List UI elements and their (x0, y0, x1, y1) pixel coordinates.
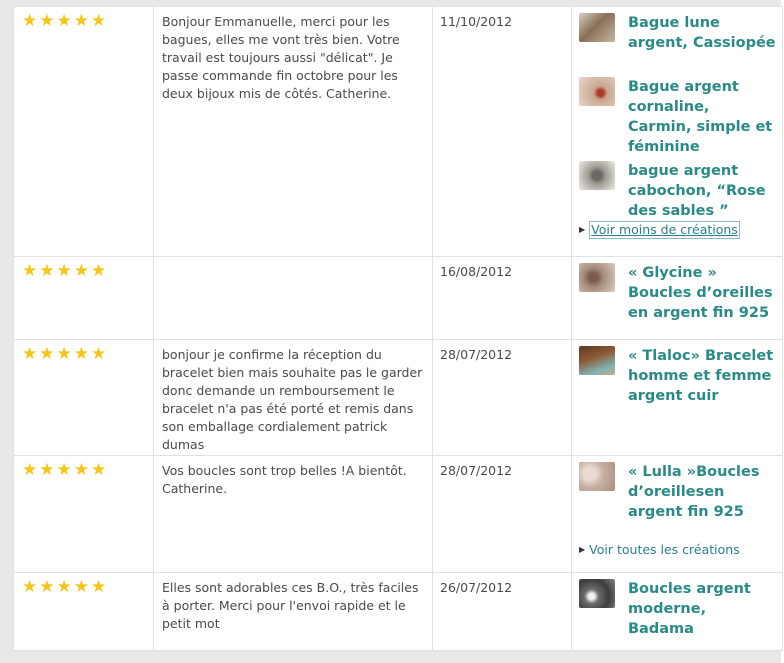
see-less-link[interactable]: ▶ Voir moins de créations (579, 221, 782, 239)
star-icon: ★ (56, 460, 72, 480)
star-icon: ★ (56, 344, 72, 364)
star-icon: ★ (91, 11, 107, 31)
table-row: ★ ★ ★ ★ ★ Elles sont adorables ces B.O., trè… (13, 572, 783, 651)
see-all-link[interactable]: ▶ Voir toutes les créations (579, 542, 782, 558)
product-item[interactable]: Boucles argent moderne, Badama (572, 573, 782, 639)
product-link[interactable]: « Lulla »Boucles d’oreillesen argent fin… (628, 462, 776, 542)
review-date-cell: 26/07/2012 (432, 572, 572, 651)
review-date: 26/07/2012 (440, 580, 513, 595)
product-item[interactable]: « Glycine » Boucles d’oreilles en argent… (572, 257, 782, 323)
triangle-right-icon: ▶ (579, 545, 586, 554)
products-cell: « Tlaloc» Bracelet homme et femme argent… (571, 339, 783, 456)
star-icon: ★ (39, 577, 55, 597)
see-less-label[interactable]: Voir moins de créations (589, 221, 740, 239)
table-row: ★ ★ ★ ★ ★ 16/08/2012 « Glycine » Boucles d’o… (13, 256, 783, 340)
star-icon: ★ (22, 460, 38, 480)
star-icon: ★ (91, 460, 107, 480)
star-icon: ★ (39, 460, 55, 480)
star-icon: ★ (91, 261, 107, 281)
products-cell: Boucles argent moderne, Badama (571, 572, 783, 651)
review-date-cell: 11/10/2012 (432, 6, 572, 257)
table-row: ★ ★ ★ ★ ★ Vos boucles sont trop belles !A bi… (13, 455, 783, 573)
star-rating: ★ ★ ★ ★ ★ (14, 340, 153, 364)
review-text-cell: Vos boucles sont trop belles !A bientôt.… (153, 455, 433, 573)
table-row: ★ ★ ★ ★ ★ bonjour je confirme la réception d… (13, 339, 783, 456)
review-text-cell: Bonjour Emmanuelle, merci pour les bague… (153, 6, 433, 257)
star-icon: ★ (73, 577, 89, 597)
product-item[interactable]: « Lulla »Boucles d’oreillesen argent fin… (572, 456, 782, 542)
star-rating: ★ ★ ★ ★ ★ (14, 573, 153, 597)
rating-cell: ★ ★ ★ ★ ★ (13, 339, 154, 456)
product-thumbnail[interactable] (579, 161, 615, 190)
star-icon: ★ (73, 261, 89, 281)
triangle-right-icon: ▶ (579, 225, 586, 234)
product-thumbnail[interactable] (579, 462, 615, 491)
product-thumbnail[interactable] (579, 263, 615, 292)
star-icon: ★ (22, 11, 38, 31)
product-item[interactable]: « Tlaloc» Bracelet homme et femme argent… (572, 340, 782, 406)
review-date: 28/07/2012 (440, 347, 513, 362)
review-text: Vos boucles sont trop belles !A bientôt.… (162, 463, 407, 496)
review-text: bonjour je confirme la réception du brac… (162, 347, 423, 452)
review-text-cell: Elles sont adorables ces B.O., très faci… (153, 572, 433, 651)
review-text: Bonjour Emmanuelle, merci pour les bague… (162, 14, 400, 101)
review-text-cell (153, 256, 433, 340)
rating-cell: ★ ★ ★ ★ ★ (13, 455, 154, 573)
product-item[interactable]: Bague argent cornaline, Carmin, simple e… (572, 71, 782, 155)
review-date-cell: 28/07/2012 (432, 339, 572, 456)
product-thumbnail[interactable] (579, 77, 615, 106)
review-date: 11/10/2012 (440, 14, 513, 29)
star-rating: ★ ★ ★ ★ ★ (14, 7, 153, 31)
star-icon: ★ (56, 11, 72, 31)
rating-cell: ★ ★ ★ ★ ★ (13, 256, 154, 340)
product-link[interactable]: bague argent cabochon, “Rose des sables … (628, 161, 776, 221)
review-date-cell: 28/07/2012 (432, 455, 572, 573)
review-text-cell: bonjour je confirme la réception du brac… (153, 339, 433, 456)
star-rating: ★ ★ ★ ★ ★ (14, 257, 153, 281)
star-icon: ★ (22, 577, 38, 597)
product-link[interactable]: Boucles argent moderne, Badama (628, 579, 776, 639)
star-icon: ★ (56, 577, 72, 597)
products-cell: « Lulla »Boucles d’oreillesen argent fin… (571, 455, 783, 573)
star-icon: ★ (91, 344, 107, 364)
product-item[interactable]: bague argent cabochon, “Rose des sables … (572, 155, 782, 221)
see-all-label[interactable]: Voir toutes les créations (589, 542, 740, 558)
review-text: Elles sont adorables ces B.O., très faci… (162, 580, 419, 631)
star-rating: ★ ★ ★ ★ ★ (14, 456, 153, 480)
star-icon: ★ (73, 344, 89, 364)
review-date: 28/07/2012 (440, 463, 513, 478)
product-link[interactable]: « Tlaloc» Bracelet homme et femme argent… (628, 346, 776, 406)
product-item[interactable]: Bague lune argent, Cassiopée (572, 7, 782, 71)
star-icon: ★ (22, 344, 38, 364)
products-cell: « Glycine » Boucles d’oreilles en argent… (571, 256, 783, 340)
review-date: 16/08/2012 (440, 264, 513, 279)
star-icon: ★ (22, 261, 38, 281)
star-icon: ★ (39, 261, 55, 281)
reviews-table: ★ ★ ★ ★ ★ Bonjour Emmanuelle, merci pour les… (13, 6, 783, 651)
star-icon: ★ (73, 460, 89, 480)
product-link[interactable]: Bague argent cornaline, Carmin, simple e… (628, 77, 776, 155)
review-text (154, 257, 432, 263)
star-icon: ★ (73, 11, 89, 31)
product-link[interactable]: « Glycine » Boucles d’oreilles en argent… (628, 263, 776, 323)
product-thumbnail[interactable] (579, 346, 615, 375)
star-icon: ★ (56, 261, 72, 281)
star-icon: ★ (39, 344, 55, 364)
product-link[interactable]: Bague lune argent, Cassiopée (628, 13, 776, 71)
product-thumbnail[interactable] (579, 579, 615, 608)
review-date-cell: 16/08/2012 (432, 256, 572, 340)
star-icon: ★ (91, 577, 107, 597)
star-icon: ★ (39, 11, 55, 31)
product-thumbnail[interactable] (579, 13, 615, 42)
rating-cell: ★ ★ ★ ★ ★ (13, 572, 154, 651)
rating-cell: ★ ★ ★ ★ ★ (13, 6, 154, 257)
products-cell: Bague lune argent, Cassiopée Bague argen… (571, 6, 783, 257)
table-row: ★ ★ ★ ★ ★ Bonjour Emmanuelle, merci pour les… (13, 6, 783, 257)
